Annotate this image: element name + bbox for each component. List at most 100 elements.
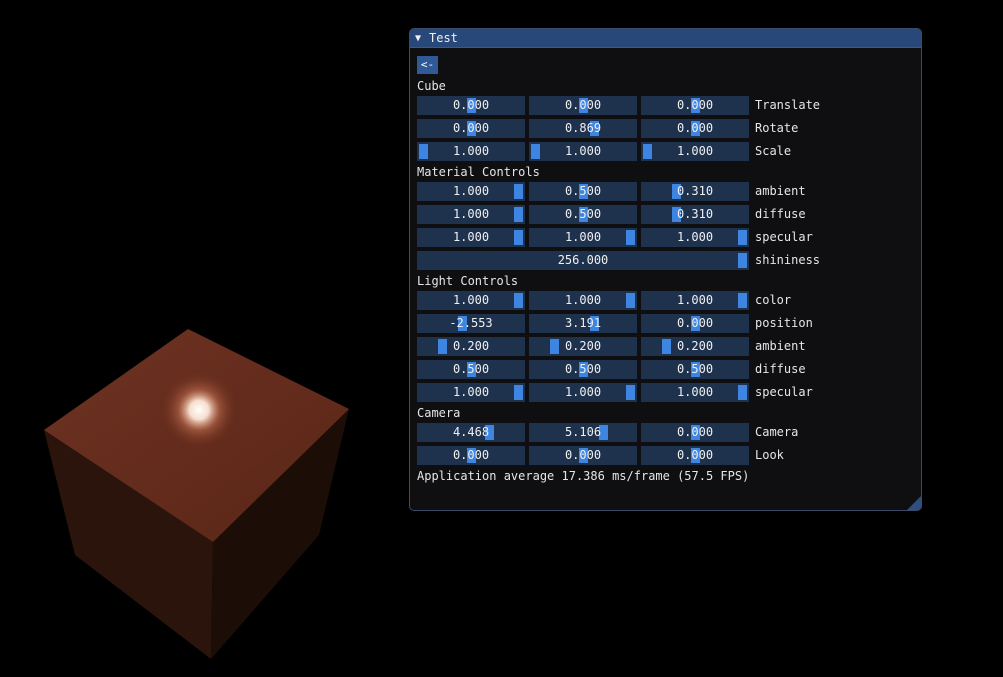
drag-slider-y[interactable]: 0.500 xyxy=(529,360,637,379)
control-row-light-ambient: 0.200 0.200 0.200 ambient xyxy=(417,337,917,356)
drag-slider-y[interactable]: 0.200 xyxy=(529,337,637,356)
back-button[interactable]: <- xyxy=(417,56,438,74)
drag-slider-x[interactable]: 1.000 xyxy=(417,291,525,310)
slider-grab-handle[interactable] xyxy=(419,144,428,159)
drag-slider-x[interactable]: 1.000 xyxy=(417,383,525,402)
slider-value: 0.000 xyxy=(452,121,490,135)
drag-slider-y[interactable]: 0.500 xyxy=(529,182,637,201)
drag-slider-y[interactable]: 1.000 xyxy=(529,228,637,247)
3d-viewport[interactable] xyxy=(0,0,409,677)
row-label: Translate xyxy=(755,98,821,112)
control-row-camera-look: 0.000 0.000 0.000 Look xyxy=(417,446,917,465)
drag-slider-z[interactable]: 0.000 xyxy=(641,119,749,138)
slider-grab-handle[interactable] xyxy=(514,230,523,245)
drag-slider-z[interactable]: 0.000 xyxy=(641,96,749,115)
drag-slider-z[interactable]: 1.000 xyxy=(641,291,749,310)
drag-slider-y[interactable]: 0.000 xyxy=(529,96,637,115)
drag-slider-z[interactable]: 0.000 xyxy=(641,423,749,442)
slider-grab-handle[interactable] xyxy=(643,144,652,159)
control-row-material-diffuse: 1.000 0.500 0.310 diffuse xyxy=(417,205,917,224)
drag-slider-x[interactable]: -2.553 xyxy=(417,314,525,333)
slider-value: 0.000 xyxy=(676,448,714,462)
drag-slider-y[interactable]: 0.500 xyxy=(529,205,637,224)
slider-grab-handle[interactable] xyxy=(626,230,635,245)
slider-grab-handle[interactable] xyxy=(514,184,523,199)
drag-slider-x[interactable]: 256.000 xyxy=(417,251,749,270)
light-highlight xyxy=(161,372,237,448)
slider-value: 1.000 xyxy=(564,144,602,158)
slider-value: 0.000 xyxy=(564,448,602,462)
slider-grab-handle[interactable] xyxy=(438,339,447,354)
slider-grab-handle[interactable] xyxy=(626,293,635,308)
drag-slider-x[interactable]: 1.000 xyxy=(417,142,525,161)
slider-grab-handle[interactable] xyxy=(514,207,523,222)
collapse-triangle-icon[interactable]: ▼ xyxy=(415,33,429,44)
slider-value: 5.106 xyxy=(564,425,602,439)
drag-slider-x[interactable]: 0.000 xyxy=(417,446,525,465)
drag-slider-y[interactable]: 5.106 xyxy=(529,423,637,442)
slider-value: 1.000 xyxy=(452,184,490,198)
slider-value: 0.000 xyxy=(676,425,714,439)
drag-slider-z[interactable]: 0.310 xyxy=(641,182,749,201)
slider-value: 0.500 xyxy=(564,184,602,198)
drag-slider-y[interactable]: 0.869 xyxy=(529,119,637,138)
drag-slider-z[interactable]: 1.000 xyxy=(641,228,749,247)
row-label: position xyxy=(755,316,813,330)
slider-value: 4.468 xyxy=(452,425,490,439)
slider-grab-handle[interactable] xyxy=(514,293,523,308)
section-header-light: Light Controls xyxy=(417,274,519,288)
slider-grab-handle[interactable] xyxy=(738,253,747,268)
slider-value: 0.500 xyxy=(676,362,714,376)
slider-value: 0.200 xyxy=(452,339,490,353)
slider-grab-handle[interactable] xyxy=(550,339,559,354)
slider-value: 1.000 xyxy=(676,385,714,399)
drag-slider-x[interactable]: 0.200 xyxy=(417,337,525,356)
drag-slider-z[interactable]: 0.200 xyxy=(641,337,749,356)
drag-slider-x[interactable]: 1.000 xyxy=(417,182,525,201)
row-label: ambient xyxy=(755,339,806,353)
test-window: ▼ Test <- Cube Material Controls Light Con… xyxy=(409,28,922,511)
drag-slider-x[interactable]: 0.000 xyxy=(417,96,525,115)
slider-value: 256.000 xyxy=(557,253,609,267)
resize-grip[interactable] xyxy=(907,496,921,510)
drag-slider-z[interactable]: 0.500 xyxy=(641,360,749,379)
drag-slider-y[interactable]: 1.000 xyxy=(529,291,637,310)
drag-slider-z[interactable]: 1.000 xyxy=(641,383,749,402)
slider-value: 0.200 xyxy=(564,339,602,353)
drag-slider-z[interactable]: 1.000 xyxy=(641,142,749,161)
drag-slider-x[interactable]: 1.000 xyxy=(417,228,525,247)
control-row-material-shininess: 256.000 shininess xyxy=(417,251,917,270)
slider-grab-handle[interactable] xyxy=(738,293,747,308)
row-label: Camera xyxy=(755,425,799,439)
slider-value: 3.191 xyxy=(564,316,602,330)
drag-slider-y[interactable]: 0.000 xyxy=(529,446,637,465)
drag-slider-y[interactable]: 3.191 xyxy=(529,314,637,333)
drag-slider-x[interactable]: 0.000 xyxy=(417,119,525,138)
slider-grab-handle[interactable] xyxy=(662,339,671,354)
slider-value: 0.310 xyxy=(676,184,714,198)
slider-grab-handle[interactable] xyxy=(738,230,747,245)
slider-value: 0.500 xyxy=(452,362,490,376)
slider-value: 0.310 xyxy=(676,207,714,221)
slider-value: 0.500 xyxy=(564,207,602,221)
slider-value: 1.000 xyxy=(564,385,602,399)
row-label: ambient xyxy=(755,184,806,198)
drag-slider-z[interactable]: 0.000 xyxy=(641,314,749,333)
slider-value: 0.000 xyxy=(676,121,714,135)
control-row-material-specular: 1.000 1.000 1.000 specular xyxy=(417,228,917,247)
drag-slider-z[interactable]: 0.310 xyxy=(641,205,749,224)
slider-grab-handle[interactable] xyxy=(626,385,635,400)
slider-value: 1.000 xyxy=(452,207,490,221)
drag-slider-y[interactable]: 1.000 xyxy=(529,383,637,402)
drag-slider-z[interactable]: 0.000 xyxy=(641,446,749,465)
drag-slider-y[interactable]: 1.000 xyxy=(529,142,637,161)
window-titlebar[interactable]: ▼ Test xyxy=(410,29,921,48)
drag-slider-x[interactable]: 1.000 xyxy=(417,205,525,224)
slider-grab-handle[interactable] xyxy=(531,144,540,159)
slider-grab-handle[interactable] xyxy=(514,385,523,400)
row-label: diffuse xyxy=(755,207,806,221)
control-row-material-ambient: 1.000 0.500 0.310 ambient xyxy=(417,182,917,201)
drag-slider-x[interactable]: 4.468 xyxy=(417,423,525,442)
slider-grab-handle[interactable] xyxy=(738,385,747,400)
drag-slider-x[interactable]: 0.500 xyxy=(417,360,525,379)
